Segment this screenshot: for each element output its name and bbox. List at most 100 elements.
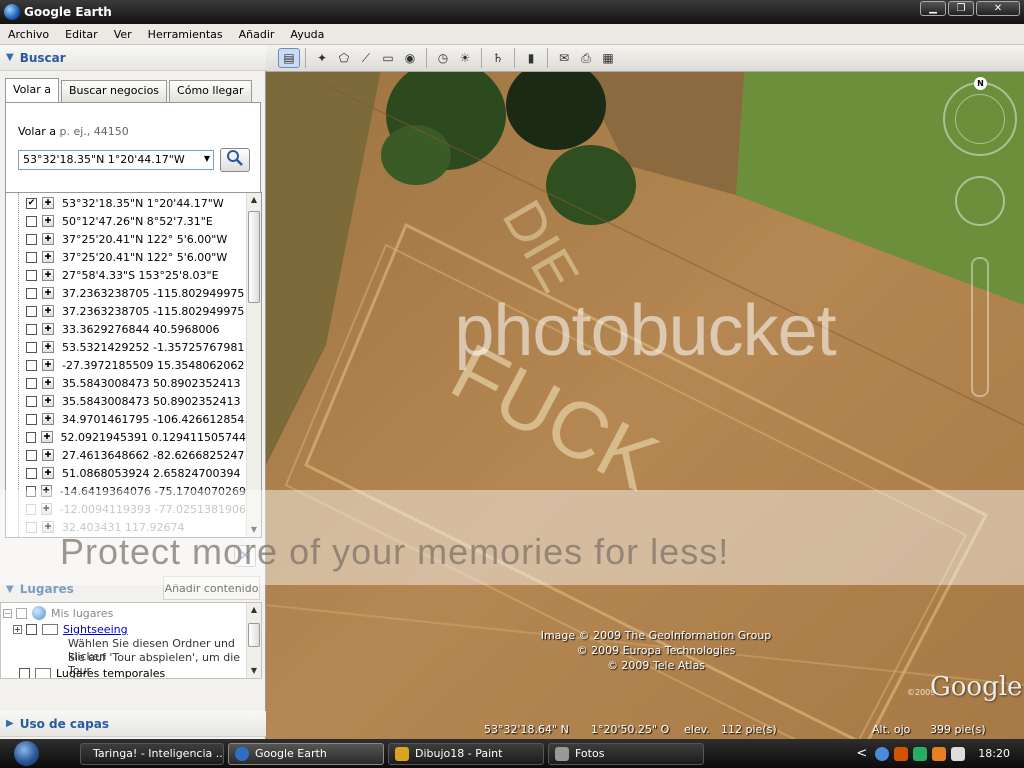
collapse-icon[interactable]: − xyxy=(3,608,12,618)
result-checkbox[interactable] xyxy=(26,395,37,407)
menu-herramientas[interactable]: Herramientas xyxy=(140,28,231,41)
result-checkbox[interactable]: ✔ xyxy=(26,197,37,209)
result-item[interactable]: ✚ 37°25'20.41"N 122° 5'6.00"W xyxy=(6,230,246,248)
result-checkbox[interactable] xyxy=(26,269,37,281)
tab-como-llegar[interactable]: Cómo llegar xyxy=(169,80,252,102)
result-label: 51.0868053924 2.65824700394 xyxy=(62,466,241,480)
restore-button[interactable]: ❐ xyxy=(948,1,974,16)
result-checkbox[interactable] xyxy=(26,449,37,461)
tab-buscar-negocios[interactable]: Buscar negocios xyxy=(60,80,168,102)
place-label[interactable]: Sightseeing xyxy=(63,623,128,636)
email-button[interactable]: ✉ xyxy=(553,48,575,68)
result-item[interactable]: ✚ 34.9701461795 -106.426612854 xyxy=(6,410,246,428)
place-mis-lugares[interactable]: − Mis lugares xyxy=(3,606,113,620)
scroll-up-icon[interactable]: ▲ xyxy=(247,193,261,207)
result-item[interactable]: ✚ 37.2363238705 -115.802949975 xyxy=(6,284,246,302)
sidebar-toggle-button[interactable]: ▤ xyxy=(278,48,300,68)
task-fotos[interactable]: Fotos xyxy=(548,742,704,765)
result-checkbox[interactable] xyxy=(26,233,37,245)
placemark-icon: ✚ xyxy=(42,305,54,317)
result-item[interactable]: ✚ 51.0868053924 2.65824700394 xyxy=(6,464,246,482)
place-lugares-temporales[interactable]: Lugares temporales xyxy=(19,667,165,678)
toolbar-separator xyxy=(547,48,548,68)
result-checkbox[interactable] xyxy=(26,467,37,479)
result-item[interactable]: ✚ 50°12'47.26"N 8°52'7.31"E xyxy=(6,212,246,230)
result-item[interactable]: ✚ 33.3629276844 40.5968006 xyxy=(6,320,246,338)
result-checkbox[interactable] xyxy=(26,359,37,371)
result-checkbox[interactable] xyxy=(26,323,37,335)
scroll-thumb[interactable] xyxy=(248,623,260,647)
search-section-header[interactable]: ▼ Buscar xyxy=(0,45,266,71)
move-joystick[interactable] xyxy=(955,176,1005,226)
clock[interactable]: 18:20 xyxy=(978,747,1010,760)
attribution-line: © 2009 Europa Technologies xyxy=(576,644,736,657)
network-icon[interactable] xyxy=(875,746,890,761)
result-checkbox[interactable] xyxy=(26,377,37,389)
result-checkbox[interactable] xyxy=(26,431,37,443)
north-indicator-icon[interactable]: N xyxy=(974,77,987,90)
scroll-thumb[interactable] xyxy=(248,211,260,303)
result-checkbox[interactable] xyxy=(26,287,37,299)
security-shield-icon[interactable] xyxy=(894,746,909,761)
result-checkbox[interactable] xyxy=(26,215,37,227)
add-polygon-button[interactable]: ⬠ xyxy=(333,48,355,68)
task-paint[interactable]: Dibujo18 - Paint xyxy=(388,742,544,765)
planet-switch-button[interactable]: ♄ xyxy=(487,48,509,68)
messenger-icon[interactable] xyxy=(913,746,928,761)
sunlight-button[interactable]: ☀ xyxy=(454,48,476,68)
start-button[interactable] xyxy=(0,739,39,768)
result-item[interactable]: ✚ -27.3972185509 15.3548062062 xyxy=(6,356,246,374)
place-sightseeing[interactable]: + Sightseeing xyxy=(13,623,128,636)
places-scrollbar[interactable]: ▲ ▼ xyxy=(246,603,261,678)
result-item[interactable]: ✚ 27°58'4.33"S 153°25'8.03"E xyxy=(6,266,246,284)
volume-icon[interactable] xyxy=(951,746,966,761)
menu-archivo[interactable]: Archivo xyxy=(0,28,57,41)
checkbox[interactable] xyxy=(19,668,30,678)
minimize-button[interactable]: ▁ xyxy=(920,1,946,16)
task-taringa[interactable]: Taringa! - Inteligencia ... xyxy=(80,742,224,765)
ruler-button[interactable]: ▮ xyxy=(520,48,542,68)
collapse-triangle-icon: ▼ xyxy=(6,52,14,63)
result-item[interactable]: ✚ 53.5321429252 -1.35725767981 xyxy=(6,338,246,356)
folder-icon xyxy=(555,746,569,761)
search-button[interactable] xyxy=(220,148,250,172)
tab-volar-a[interactable]: Volar a xyxy=(5,78,59,102)
historical-imagery-button[interactable]: ◷ xyxy=(432,48,454,68)
menu-ayuda[interactable]: Ayuda xyxy=(282,28,332,41)
elevation-value: 112 pie(s) xyxy=(721,723,777,736)
media-player-icon[interactable] xyxy=(932,746,947,761)
result-item[interactable]: ✚ 52.0921945391 0.129411505744 xyxy=(6,428,246,446)
result-checkbox[interactable] xyxy=(26,305,37,317)
result-item[interactable]: ✚ 27.4613648662 -82.6266825247 xyxy=(6,446,246,464)
result-item[interactable]: ✚ 35.5843008473 50.8902352413 xyxy=(6,392,246,410)
add-placemark-button[interactable]: ✦ xyxy=(311,48,333,68)
scroll-down-icon[interactable]: ▼ xyxy=(247,664,261,678)
result-checkbox[interactable] xyxy=(26,341,37,353)
result-item[interactable]: ✔ ✚ 53°32'18.35"N 1°20'44.17"W xyxy=(6,194,246,212)
result-checkbox[interactable] xyxy=(26,413,37,425)
result-item[interactable]: ✚ 37°25'20.41"N 122° 5'6.00"W xyxy=(6,248,246,266)
task-google-earth[interactable]: Google Earth xyxy=(228,742,384,765)
checkbox[interactable] xyxy=(16,607,27,619)
add-path-button[interactable]: ⟋ xyxy=(355,48,377,68)
results-scrollbar[interactable]: ▲ ▼ xyxy=(246,193,261,537)
result-checkbox[interactable] xyxy=(26,251,37,263)
toolbar-separator xyxy=(426,48,427,68)
result-item[interactable]: ✚ 35.5843008473 50.8902352413 xyxy=(6,374,246,392)
expand-icon[interactable]: + xyxy=(13,625,22,634)
result-item[interactable]: ✚ 37.2363238705 -115.802949975 xyxy=(6,302,246,320)
menu-editar[interactable]: Editar xyxy=(57,28,106,41)
dropdown-arrow-icon[interactable]: ▼ xyxy=(204,154,210,163)
record-tour-button[interactable]: ◉ xyxy=(399,48,421,68)
layers-section-header[interactable]: ▶ Uso de capas xyxy=(0,711,266,737)
checkbox[interactable] xyxy=(26,624,37,635)
view-in-maps-button[interactable]: ▦ xyxy=(597,48,619,68)
menu-anadir[interactable]: Añadir xyxy=(231,28,283,41)
search-input[interactable]: 53°32'18.35"N 1°20'44.17"W ▼ xyxy=(18,150,214,170)
print-button[interactable]: ⎙ xyxy=(575,48,597,68)
menu-ver[interactable]: Ver xyxy=(106,28,140,41)
show-hidden-icons-chevron-icon[interactable]: < xyxy=(856,746,867,761)
scroll-up-icon[interactable]: ▲ xyxy=(247,603,261,617)
close-button[interactable]: ✕ xyxy=(976,1,1020,16)
add-overlay-button[interactable]: ▭ xyxy=(377,48,399,68)
